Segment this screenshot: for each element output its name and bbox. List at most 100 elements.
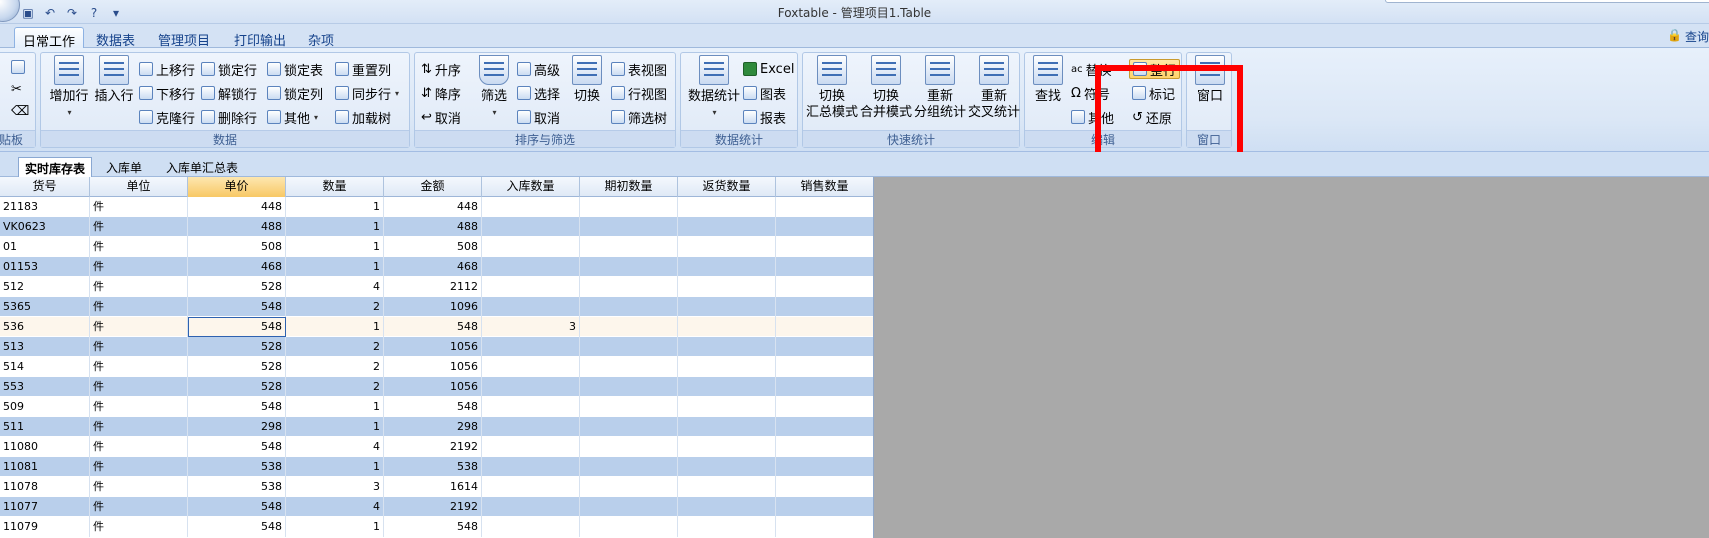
table-cell[interactable]: 1 (286, 397, 384, 417)
table-row[interactable]: 11079 件 548 1 548 (0, 517, 873, 537)
table-cell[interactable]: 548 (188, 297, 286, 317)
table-cell[interactable] (482, 257, 580, 277)
table-cell[interactable]: 11081 (0, 457, 90, 477)
table-cell[interactable] (482, 377, 580, 397)
table-cell[interactable]: 538 (188, 457, 286, 477)
table-cell[interactable] (482, 457, 580, 477)
table-cell[interactable] (482, 197, 580, 217)
table-cell[interactable]: 4 (286, 277, 384, 297)
table-row[interactable]: 514 件 528 2 1056 (0, 357, 873, 377)
table-cell[interactable] (678, 417, 776, 437)
symbol-button[interactable]: Ω 符号 (1071, 83, 1110, 103)
table-cell[interactable]: 11077 (0, 497, 90, 517)
table-cell[interactable]: 548 (384, 397, 482, 417)
table-cell[interactable] (776, 277, 873, 297)
table-cell[interactable]: 01153 (0, 257, 90, 277)
data-stats-button[interactable]: 数据统计 ▾ (685, 55, 743, 121)
table-cell[interactable]: 1 (286, 517, 384, 537)
table-cell[interactable] (482, 517, 580, 537)
table-cell[interactable]: 5365 (0, 297, 90, 317)
table-cell[interactable] (580, 477, 678, 497)
table-cell[interactable]: 2192 (384, 437, 482, 457)
table-cell[interactable] (580, 457, 678, 477)
table-cell[interactable]: 508 (384, 237, 482, 257)
regroup-stats-button[interactable]: 重新 分组统计 (913, 55, 967, 121)
table-cell[interactable]: 件 (90, 217, 188, 237)
table-cell[interactable] (580, 317, 678, 337)
table-cell[interactable] (678, 477, 776, 497)
recross-stats-button[interactable]: 重新 交叉统计 (967, 55, 1021, 121)
table-cell[interactable] (678, 397, 776, 417)
table-cell[interactable] (776, 477, 873, 497)
advanced-filter-button[interactable]: 高级 (517, 59, 560, 79)
table-cell[interactable]: 1 (286, 457, 384, 477)
mark-button[interactable]: 标记 (1132, 83, 1175, 103)
other-data-button[interactable]: 其他 ▾ (267, 107, 318, 127)
table-cell[interactable] (776, 517, 873, 537)
table-cell[interactable]: 528 (188, 377, 286, 397)
table-cell[interactable] (678, 317, 776, 337)
table-cell[interactable] (482, 217, 580, 237)
table-cell[interactable]: 548 (188, 397, 286, 417)
table-cell[interactable]: 511 (0, 417, 90, 437)
delete-row-button[interactable]: 删除行 (201, 107, 257, 127)
table-cell[interactable]: 468 (188, 257, 286, 277)
table-cell[interactable]: 11078 (0, 477, 90, 497)
table-cell[interactable] (482, 277, 580, 297)
table-cell[interactable]: 4 (286, 437, 384, 457)
table-cell[interactable]: 528 (188, 357, 286, 377)
table-cell[interactable]: 件 (90, 417, 188, 437)
lock-row-button[interactable]: 锁定行 (201, 59, 257, 79)
table-cell[interactable] (776, 397, 873, 417)
table-cell[interactable] (580, 377, 678, 397)
table-cell[interactable]: 548 (188, 317, 286, 337)
table-cell[interactable] (678, 437, 776, 457)
table-row[interactable]: 21183 件 448 1 448 (0, 197, 873, 217)
table-cell[interactable]: 件 (90, 297, 188, 317)
table-cell[interactable] (678, 517, 776, 537)
table-cell[interactable]: 件 (90, 357, 188, 377)
table-cell[interactable]: 488 (384, 217, 482, 237)
table-cell[interactable] (776, 317, 873, 337)
table-cell[interactable]: 548 (384, 517, 482, 537)
table-cell[interactable] (482, 337, 580, 357)
table-cell[interactable] (580, 217, 678, 237)
table-cell[interactable]: 11080 (0, 437, 90, 457)
table-cell[interactable] (776, 357, 873, 377)
add-row-button[interactable]: 增加行 ▾ (47, 55, 91, 121)
table-cell[interactable]: 件 (90, 497, 188, 517)
table-cell[interactable]: 513 (0, 337, 90, 357)
table-cell[interactable]: 2112 (384, 277, 482, 297)
table-cell[interactable] (580, 277, 678, 297)
table-cell[interactable] (776, 437, 873, 457)
table-cell[interactable]: 1096 (384, 297, 482, 317)
table-cell[interactable]: 508 (188, 237, 286, 257)
column-header[interactable]: 货号 (0, 177, 90, 197)
chart-button[interactable]: 图表 (743, 83, 786, 103)
table-cell[interactable] (678, 277, 776, 297)
select-filter-button[interactable]: 选择 (517, 83, 560, 103)
table-cell[interactable]: 298 (188, 417, 286, 437)
table-cell[interactable] (482, 417, 580, 437)
table-cell[interactable]: 件 (90, 517, 188, 537)
table-cell[interactable] (776, 237, 873, 257)
report-button[interactable]: 报表 (743, 107, 786, 127)
table-cell[interactable] (678, 457, 776, 477)
table-cell[interactable]: 件 (90, 237, 188, 257)
restore-button[interactable]: ↺ 还原 (1132, 107, 1172, 127)
table-cell[interactable]: 件 (90, 277, 188, 297)
table-cell[interactable]: 548 (188, 517, 286, 537)
table-cell[interactable]: 538 (188, 477, 286, 497)
table-cell[interactable]: 件 (90, 337, 188, 357)
load-tree-button[interactable]: 加载树 (335, 107, 391, 127)
table-cell[interactable] (776, 377, 873, 397)
table-cell[interactable]: 2 (286, 377, 384, 397)
tab-print-output[interactable]: 打印输出 (226, 27, 294, 49)
table-cell[interactable] (580, 337, 678, 357)
table-row[interactable]: 11077 件 548 4 2192 (0, 497, 873, 517)
sync-row-button[interactable]: 同步行 ▾ (335, 83, 399, 103)
table-row[interactable]: 511 件 298 1 298 (0, 417, 873, 437)
tab-daily-work[interactable]: 日常工作 (14, 27, 85, 50)
table-cell[interactable]: 件 (90, 257, 188, 277)
table-row[interactable]: 01 件 508 1 508 (0, 237, 873, 257)
